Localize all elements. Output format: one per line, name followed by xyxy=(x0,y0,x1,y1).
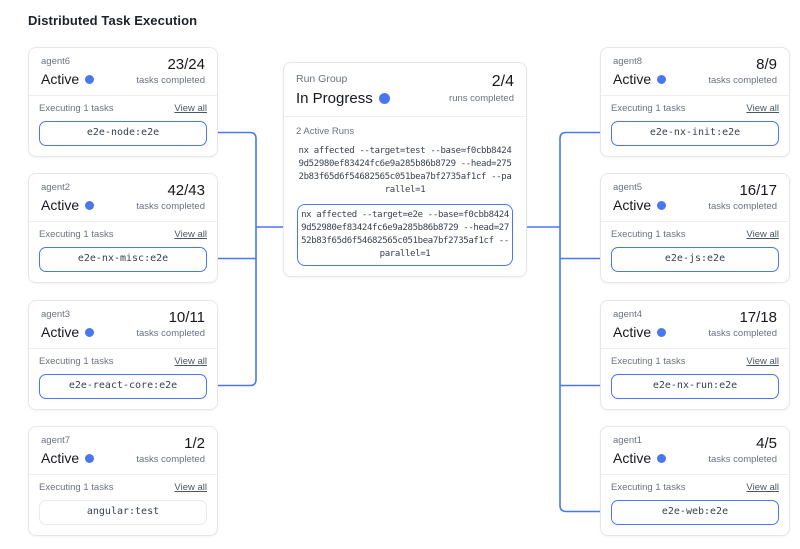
tasks-fraction: 10/11 xyxy=(136,309,205,326)
agent-card-right-2: agent5 Active 16/17 tasks completed Exec… xyxy=(600,173,790,283)
task-pill[interactable]: e2e-nx-init:e2e xyxy=(611,121,779,146)
executing-label: Executing 1 tasks xyxy=(611,356,685,368)
active-status-dot xyxy=(657,75,666,84)
task-pill[interactable]: e2e-nx-misc:e2e xyxy=(39,247,207,272)
runs-fraction: 2/4 xyxy=(449,73,514,91)
tasks-completed-caption: tasks completed xyxy=(708,453,777,466)
tasks-fraction: 4/5 xyxy=(708,435,777,452)
active-status-dot xyxy=(85,328,94,337)
tasks-completed-caption: tasks completed xyxy=(136,200,205,213)
agent-status: Active xyxy=(41,196,79,215)
task-pill[interactable]: angular:test xyxy=(39,500,207,525)
tasks-fraction: 42/43 xyxy=(136,182,205,199)
agent-status: Active xyxy=(41,449,79,468)
run-command-test[interactable]: nx affected --target=test --base=f0cbb84… xyxy=(297,145,513,197)
executing-label: Executing 1 tasks xyxy=(39,356,113,368)
page-title: Distributed Task Execution xyxy=(28,13,197,28)
run-group-label: Run Group xyxy=(296,73,390,86)
tasks-completed-caption: tasks completed xyxy=(708,74,777,87)
agent-card-left-2: agent2 Active 42/43 tasks completed Exec… xyxy=(28,173,218,283)
executing-label: Executing 1 tasks xyxy=(611,482,685,494)
view-all-link[interactable]: View all xyxy=(746,356,779,368)
active-status-dot xyxy=(85,201,94,210)
agent-card-header: agent1 Active 4/5 tasks completed xyxy=(601,427,789,474)
tasks-fraction: 1/2 xyxy=(136,435,205,452)
tasks-fraction: 17/18 xyxy=(708,309,777,326)
run-command-e2e-selected[interactable]: nx affected --target=e2e --base=f0cbb842… xyxy=(297,204,513,266)
executing-label: Executing 1 tasks xyxy=(39,103,113,115)
active-status-dot xyxy=(85,454,94,463)
agent-card-header: agent4 Active 17/18 tasks completed xyxy=(601,301,789,348)
agent-name: agent5 xyxy=(613,182,666,194)
run-group-status: In Progress xyxy=(296,89,373,108)
active-status-dot xyxy=(657,328,666,337)
active-status-dot xyxy=(85,75,94,84)
agent-status: Active xyxy=(613,70,651,89)
agent-name: agent7 xyxy=(41,435,94,447)
agent-card-header: agent2 Active 42/43 tasks completed xyxy=(29,174,217,221)
agent-status: Active xyxy=(41,323,79,342)
run-group-card: Run Group In Progress 2/4 runs completed… xyxy=(283,62,527,277)
view-all-link[interactable]: View all xyxy=(174,482,207,494)
view-all-link[interactable]: View all xyxy=(746,229,779,241)
agent-card-header: agent8 Active 8/9 tasks completed xyxy=(601,48,789,95)
task-pill[interactable]: e2e-node:e2e xyxy=(39,121,207,146)
view-all-link[interactable]: View all xyxy=(746,482,779,494)
executing-label: Executing 1 tasks xyxy=(611,229,685,241)
agent-card-header: agent6 Active 23/24 tasks completed xyxy=(29,48,217,95)
task-pill[interactable]: e2e-js:e2e xyxy=(611,247,779,272)
tasks-completed-caption: tasks completed xyxy=(136,453,205,466)
agent-name: agent1 xyxy=(613,435,666,447)
view-all-link[interactable]: View all xyxy=(174,229,207,241)
in-progress-status-dot xyxy=(379,93,390,104)
agent-card-right-3: agent4 Active 17/18 tasks completed Exec… xyxy=(600,300,790,410)
executing-label: Executing 1 tasks xyxy=(611,103,685,115)
executing-label: Executing 1 tasks xyxy=(39,229,113,241)
agent-name: agent3 xyxy=(41,309,94,321)
agent-name: agent4 xyxy=(613,309,666,321)
agent-card-left-4: agent7 Active 1/2 tasks completed Execut… xyxy=(28,426,218,536)
active-runs-label: 2 Active Runs xyxy=(296,126,514,138)
tasks-fraction: 23/24 xyxy=(136,56,205,73)
task-pill[interactable]: e2e-react-core:e2e xyxy=(39,374,207,399)
distributed-task-execution-view: Distributed Task Execution agent6 xyxy=(0,0,800,549)
tasks-completed-caption: tasks completed xyxy=(136,74,205,87)
agent-card-header: agent3 Active 10/11 tasks completed xyxy=(29,301,217,348)
run-group-header: Run Group In Progress 2/4 runs completed xyxy=(284,63,526,116)
task-pill[interactable]: e2e-nx-run:e2e xyxy=(611,374,779,399)
active-status-dot xyxy=(657,201,666,210)
task-pill[interactable]: e2e-web:e2e xyxy=(611,500,779,525)
agent-card-header: agent5 Active 16/17 tasks completed xyxy=(601,174,789,221)
tasks-completed-caption: tasks completed xyxy=(136,327,205,340)
agent-status: Active xyxy=(613,323,651,342)
tasks-completed-caption: tasks completed xyxy=(708,200,777,213)
agent-card-right-4: agent1 Active 4/5 tasks completed Execut… xyxy=(600,426,790,536)
tasks-fraction: 8/9 xyxy=(708,56,777,73)
agent-name: agent6 xyxy=(41,56,94,68)
tasks-fraction: 16/17 xyxy=(708,182,777,199)
tasks-completed-caption: tasks completed xyxy=(708,327,777,340)
active-status-dot xyxy=(657,454,666,463)
agent-status: Active xyxy=(613,449,651,468)
executing-label: Executing 1 tasks xyxy=(39,482,113,494)
agent-status: Active xyxy=(41,70,79,89)
agent-card-right-1: agent8 Active 8/9 tasks completed Execut… xyxy=(600,47,790,157)
view-all-link[interactable]: View all xyxy=(174,103,207,115)
agent-card-left-3: agent3 Active 10/11 tasks completed Exec… xyxy=(28,300,218,410)
view-all-link[interactable]: View all xyxy=(746,103,779,115)
agent-card-header: agent7 Active 1/2 tasks completed xyxy=(29,427,217,474)
view-all-link[interactable]: View all xyxy=(174,356,207,368)
agent-name: agent8 xyxy=(613,56,666,68)
agent-card-left-1: agent6 Active 23/24 tasks completed Exec… xyxy=(28,47,218,157)
agent-name: agent2 xyxy=(41,182,94,194)
agent-status: Active xyxy=(613,196,651,215)
runs-completed-caption: runs completed xyxy=(449,92,514,105)
